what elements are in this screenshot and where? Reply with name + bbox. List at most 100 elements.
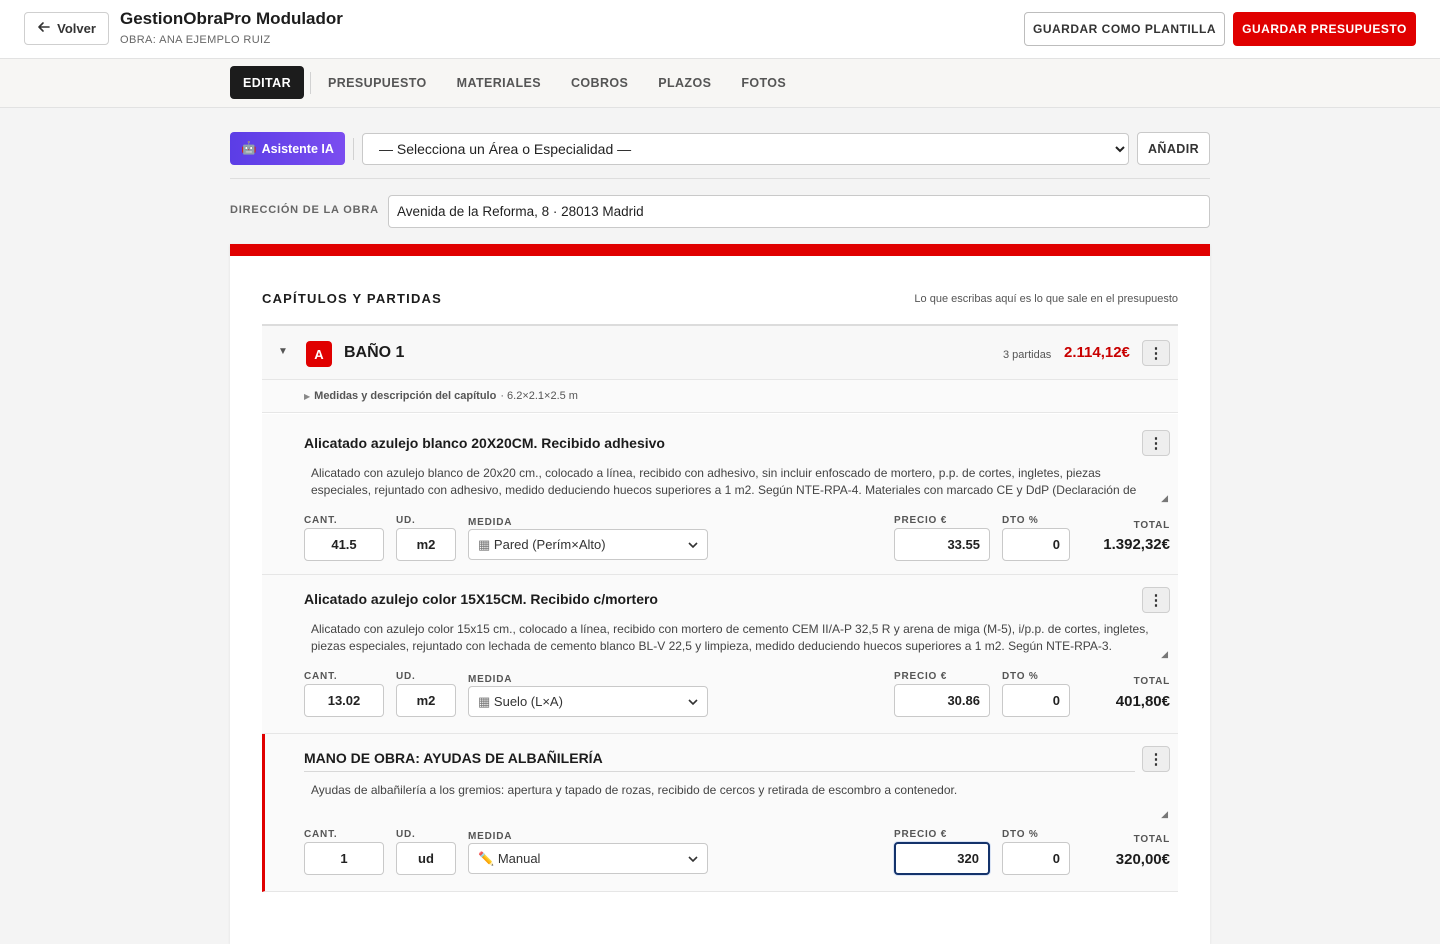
resize-handle-icon[interactable]: ◢: [1161, 649, 1168, 660]
item-total: 320,00€: [1115, 851, 1170, 868]
grid-icon: ▦: [478, 693, 491, 709]
tab-plazos[interactable]: PLAZOS: [643, 66, 726, 99]
ai-assistant-label: Asistente IA: [261, 141, 334, 156]
robot-icon: 🤖: [241, 141, 257, 155]
medida-select[interactable]: ▦ Pared (Perím×Alto): [468, 529, 708, 560]
precio-label: PRECIO €: [894, 515, 948, 526]
toolbar-divider: [353, 138, 354, 160]
dto-input[interactable]: 0: [1002, 528, 1070, 561]
cant-label: CANT.: [304, 515, 338, 526]
ud-input[interactable]: ud: [396, 842, 456, 875]
total-label: TOTAL: [1133, 834, 1170, 845]
dto-label: DTO %: [1002, 829, 1039, 840]
medida-select[interactable]: ✏️ Manual: [468, 843, 708, 874]
chevron-down-icon: [688, 694, 698, 709]
item-title[interactable]: MANO DE OBRA: AYUDAS DE ALBAÑILERÍA: [304, 750, 1135, 772]
ud-label: UD.: [396, 671, 416, 682]
item-menu-icon[interactable]: ⋮: [1142, 430, 1170, 456]
back-label: Volver: [57, 21, 96, 36]
app-title: GestionObraPro Modulador: [120, 9, 343, 28]
precio-label: PRECIO €: [894, 829, 948, 840]
collapse-caret-icon[interactable]: ▼: [278, 346, 288, 357]
item-title: Alicatado azulejo blanco 20X20CM. Recibi…: [304, 435, 665, 451]
cant-label: CANT.: [304, 671, 338, 682]
ud-input[interactable]: m2: [396, 684, 456, 717]
arrow-left-icon: [37, 20, 51, 37]
tab-cobros[interactable]: COBROS: [556, 66, 643, 99]
chapter-name: BAÑO 1: [344, 344, 405, 361]
tab-bar: EDITAR PRESUPUESTO MATERIALES COBROS PLA…: [0, 59, 1440, 108]
total-label: TOTAL: [1133, 676, 1170, 687]
chevron-down-icon: [688, 851, 698, 866]
item-total: 1.392,32€: [1103, 536, 1170, 553]
tab-presupuesto[interactable]: PRESUPUESTO: [313, 66, 442, 99]
chapter-header[interactable]: ▼ A BAÑO 1 3 partidas 2.114,12€ ⋮: [262, 326, 1178, 380]
chapter-total: 2.114,12€: [1064, 344, 1130, 361]
item-menu-icon[interactable]: ⋮: [1142, 746, 1170, 772]
medida-label: MEDIDA: [468, 831, 513, 842]
tab-editar[interactable]: EDITAR: [230, 66, 304, 99]
grid-icon: ▦: [478, 536, 491, 552]
medida-select[interactable]: ▦ Suelo (L×A): [468, 686, 708, 717]
address-input[interactable]: [388, 195, 1210, 228]
chevron-down-icon: [688, 537, 698, 552]
add-button[interactable]: AÑADIR: [1137, 132, 1210, 165]
budget-item: MANO DE OBRA: AYUDAS DE ALBAÑILERÍA ⋮ Ay…: [262, 734, 1178, 892]
medida-label: MEDIDA: [468, 674, 513, 685]
save-budget-button[interactable]: GUARDAR PRESUPUESTO: [1233, 12, 1416, 46]
chapter-measures-toggle[interactable]: ▶ Medidas y descripción del capítulo · 6…: [262, 380, 1178, 413]
dto-input[interactable]: 0: [1002, 684, 1070, 717]
dto-label: DTO %: [1002, 671, 1039, 682]
chapters-title: CAPÍTULOS Y PARTIDAS: [262, 291, 443, 306]
toolbar-divider-line: [230, 178, 1210, 179]
resize-handle-icon[interactable]: ◢: [1161, 809, 1168, 820]
triangle-right-icon: ▶: [304, 391, 311, 401]
chapters-card: CAPÍTULOS Y PARTIDAS Lo que escribas aqu…: [230, 244, 1210, 944]
cant-input[interactable]: 41.5: [304, 528, 384, 561]
area-select[interactable]: — Selecciona un Área o Especialidad —: [362, 133, 1129, 165]
chapter-count: 3 partidas: [1003, 349, 1052, 361]
save-template-button[interactable]: GUARDAR COMO PLANTILLA: [1024, 12, 1225, 46]
dto-label: DTO %: [1002, 515, 1039, 526]
ud-label: UD.: [396, 515, 416, 526]
resize-handle-icon[interactable]: ◢: [1161, 493, 1168, 504]
total-label: TOTAL: [1133, 520, 1170, 531]
dto-input[interactable]: 0: [1002, 842, 1070, 875]
back-button[interactable]: Volver: [24, 12, 109, 45]
tabs: EDITAR PRESUPUESTO MATERIALES COBROS PLA…: [230, 66, 801, 99]
medida-label: MEDIDA: [468, 517, 513, 528]
top-header: Volver GestionObraPro Modulador OBRA: AN…: [0, 0, 1440, 59]
chapter-badge: A: [306, 341, 332, 367]
medida-value: Suelo (L×A): [493, 693, 563, 709]
tab-divider: [310, 71, 311, 94]
precio-input[interactable]: 320: [894, 842, 990, 875]
chapters-note: Lo que escribas aquí es lo que sale en e…: [914, 293, 1178, 305]
measures-value: · 6.2×2.1×2.5 m: [500, 390, 578, 402]
medida-value: Manual: [497, 850, 541, 866]
precio-input[interactable]: 33.55: [894, 528, 990, 561]
item-description[interactable]: Alicatado con azulejo color 15x15 cm., c…: [304, 621, 1170, 654]
cant-input[interactable]: 13.02: [304, 684, 384, 717]
measures-label: Medidas y descripción del capítulo: [314, 390, 497, 402]
tab-materiales[interactable]: MATERIALES: [442, 66, 556, 99]
precio-input[interactable]: 30.86: [894, 684, 990, 717]
item-total: 401,80€: [1115, 693, 1170, 710]
tab-fotos[interactable]: FOTOS: [726, 66, 801, 99]
cant-input[interactable]: 1: [304, 842, 384, 875]
pencil-icon: ✏️: [478, 850, 495, 866]
item-description[interactable]: Alicatado con azulejo blanco de 20x20 cm…: [304, 465, 1170, 498]
budget-item: Alicatado azulejo blanco 20X20CM. Recibi…: [262, 414, 1178, 575]
address-label: DIRECCIÓN DE LA OBRA: [230, 204, 379, 216]
cant-label: CANT.: [304, 829, 338, 840]
chapter-menu-icon[interactable]: ⋮: [1142, 340, 1170, 366]
item-title: Alicatado azulejo color 15X15CM. Recibid…: [304, 591, 658, 607]
item-menu-icon[interactable]: ⋮: [1142, 587, 1170, 613]
ai-assistant-button[interactable]: 🤖 Asistente IA: [230, 132, 345, 165]
ud-input[interactable]: m2: [396, 528, 456, 561]
medida-value: Pared (Perím×Alto): [493, 536, 606, 552]
budget-item: Alicatado azulejo color 15X15CM. Recibid…: [262, 575, 1178, 734]
item-description[interactable]: Ayudas de albañilería a los gremios: ape…: [304, 782, 1170, 815]
ud-label: UD.: [396, 829, 416, 840]
precio-label: PRECIO €: [894, 671, 948, 682]
obra-subtitle: OBRA: ANA EJEMPLO RUIZ: [120, 34, 271, 46]
